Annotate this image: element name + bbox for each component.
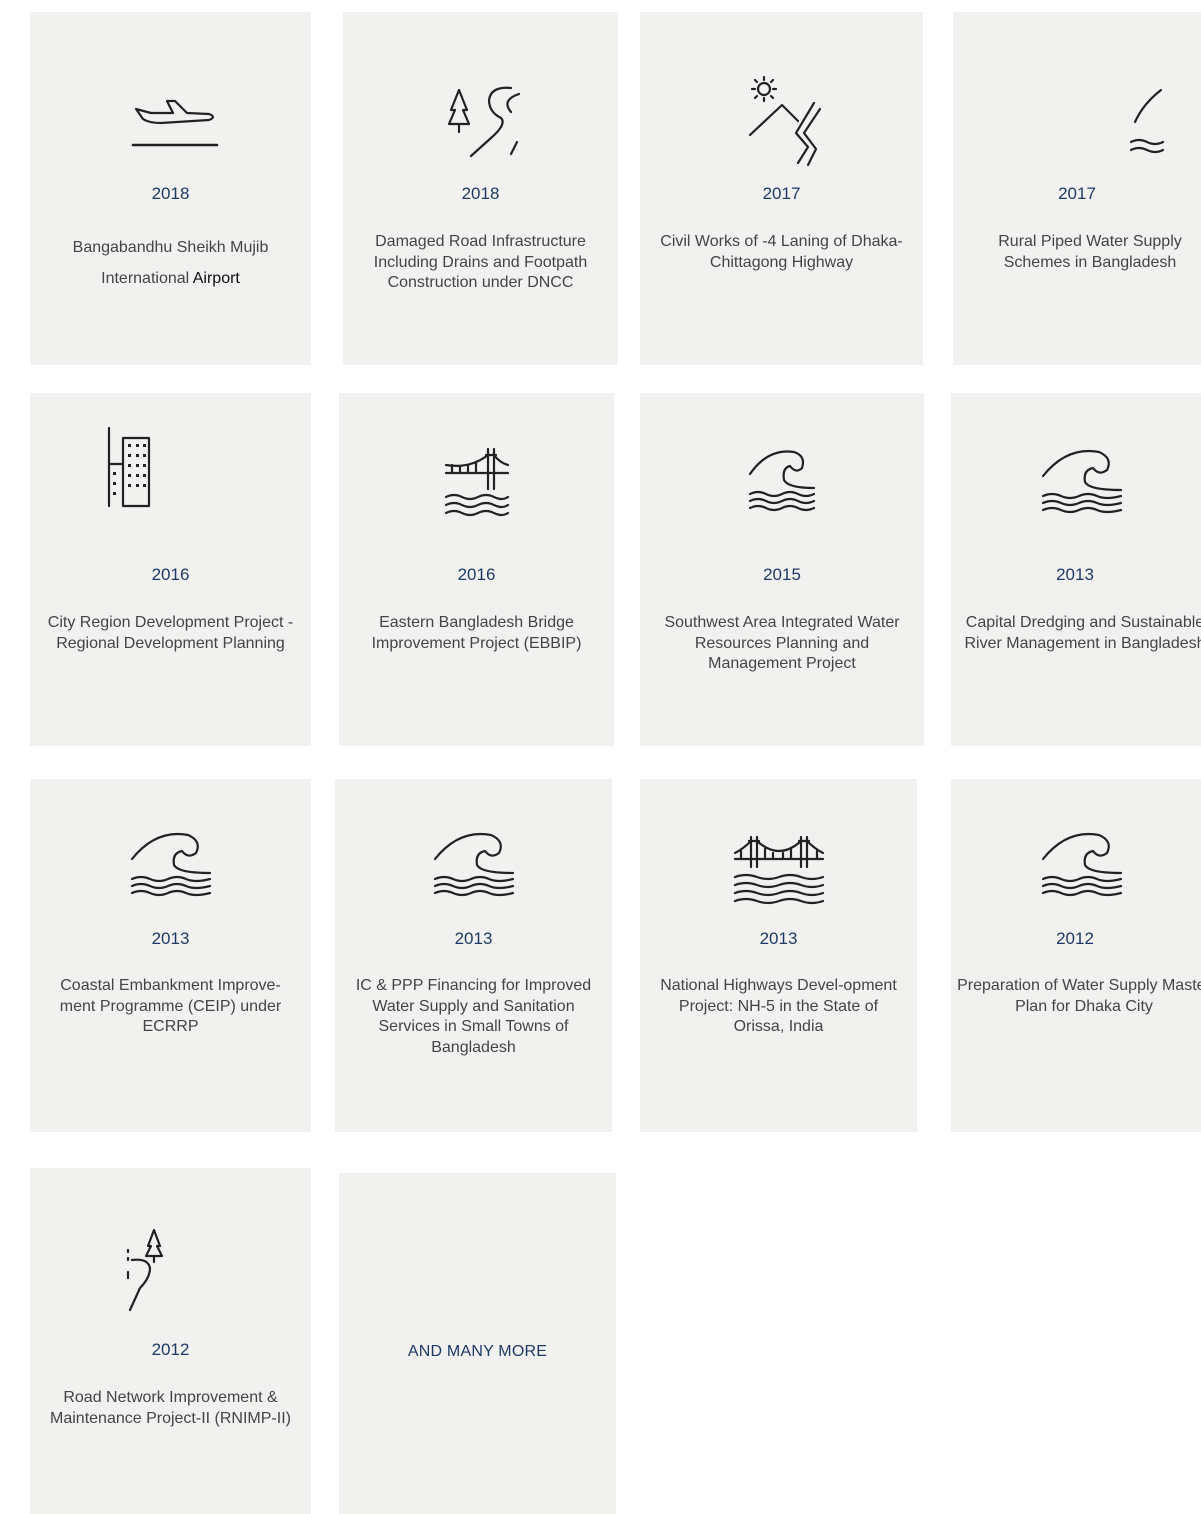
bridge-water-icon [339, 438, 614, 528]
project-card[interactable]: 2016 Eastern Bangladesh Bridge Improveme… [339, 393, 614, 746]
suspension-bridge-icon [640, 821, 917, 911]
project-year: 2013 [1056, 565, 1094, 584]
project-card[interactable]: 2013 IC & PPP Financing for Improved Wat… [335, 779, 612, 1132]
project-year: 2013 [454, 929, 493, 948]
project-year: 2016 [457, 565, 496, 584]
project-card[interactable]: 2013 Capital Dredging and Sustainable Ri… [951, 393, 1201, 746]
project-title: Rural Piped Water Supply Schemes in Bang… [998, 233, 1182, 271]
project-year: 2013 [151, 929, 190, 948]
project-card[interactable]: 2018 Bangabandhu Sheikh Mujib Internatio… [30, 12, 311, 365]
project-year: 2018 [151, 184, 190, 203]
project-title: Coastal Embankment Improve-ment Programm… [59, 977, 282, 1035]
project-card[interactable]: 2018 Damaged Road Infrastructure Includi… [343, 12, 618, 365]
airplane-takeoff-icon [30, 72, 311, 172]
project-card[interactable]: 2016 City Region Development Project - R… [30, 393, 311, 746]
project-card[interactable]: 2012 Preparation of Water Supply Master … [951, 779, 1201, 1132]
wave-icon [951, 824, 1201, 904]
project-year: 2015 [763, 565, 801, 584]
project-title: IC & PPP Financing for Improved Water Su… [355, 977, 592, 1056]
wave-icon [951, 441, 1201, 521]
project-year: 2017 [762, 184, 801, 203]
mountain-sun-road-icon [640, 72, 923, 172]
project-year: 2018 [461, 184, 500, 203]
project-title: Capital Dredging and Sustainable River M… [964, 614, 1201, 652]
project-title: National Highways Devel-opment Project: … [660, 977, 897, 1035]
and-many-more-link[interactable]: AND MANY MORE [339, 1343, 616, 1361]
project-title: Preparation of Water Supply Master Plan … [957, 977, 1201, 1015]
project-year: 2012 [1056, 929, 1094, 948]
wave-icon [640, 441, 924, 521]
project-card[interactable]: 2013 National Highways Devel-opment Proj… [640, 779, 917, 1132]
project-year: 2012 [151, 1340, 190, 1359]
wave-icon [30, 824, 311, 904]
project-card[interactable]: 2017 Rural Piped Water Supply Schemes in… [953, 12, 1201, 365]
project-title: Civil Works of -4 Laning of Dhaka-Chitta… [660, 233, 903, 271]
project-card[interactable]: 2013 Coastal Embankment Improve-ment Pro… [30, 779, 311, 1132]
project-card[interactable]: 2015 Southwest Area Integrated Water Res… [640, 393, 924, 746]
project-year: 2017 [1058, 184, 1096, 203]
road-tree-icon [343, 72, 618, 172]
project-title: City Region Development Project - Region… [47, 614, 294, 652]
project-title: Bangabandhu Sheikh Mujib International A… [72, 239, 269, 287]
water-curve-icon [1073, 72, 1201, 172]
project-year: 2016 [151, 565, 190, 584]
project-title: Damaged Road Infrastructure Including Dr… [373, 233, 588, 291]
project-title: Road Network Improvement & Maintenance P… [50, 1389, 291, 1427]
project-title: Southwest Area Integrated Water Resource… [664, 614, 900, 672]
project-card[interactable]: 2012 Road Network Improvement & Maintena… [30, 1168, 311, 1514]
project-year: 2013 [759, 929, 798, 948]
wave-icon [335, 824, 612, 904]
project-title: Eastern Bangladesh Bridge Improvement Pr… [371, 614, 582, 652]
building-icon [0, 426, 311, 508]
and-many-more-card[interactable]: AND MANY MORE [339, 1173, 616, 1514]
road-tree-icon [0, 1226, 311, 1316]
project-card[interactable]: 2017 Civil Works of -4 Laning of Dhaka-C… [640, 12, 923, 365]
